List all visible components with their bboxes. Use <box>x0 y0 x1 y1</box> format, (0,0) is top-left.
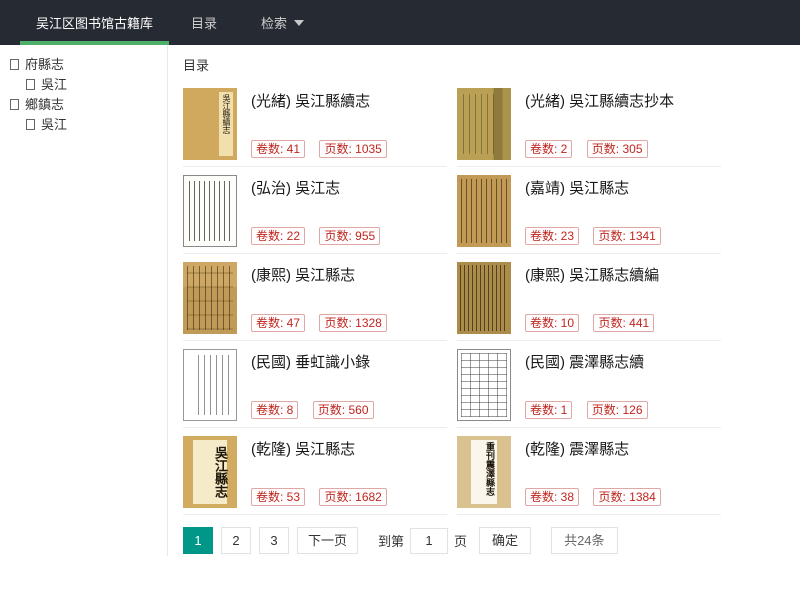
tree-node-wujiang-1[interactable]: 吳江 <box>10 75 167 95</box>
goto-page-prefix: 到第 <box>378 531 404 550</box>
sidebar: 府縣志 吳江 鄉鎮志 吳江 <box>0 45 168 556</box>
tree-node-icon <box>10 59 19 70</box>
book-title[interactable]: (光緒) 吳江縣續志抄本 <box>525 90 721 111</box>
confirm-button[interactable]: 确定 <box>479 527 531 554</box>
tree-node-wujiang-2[interactable]: 吳江 <box>10 115 167 135</box>
pages-badge: 页数: 126 <box>587 401 648 419</box>
book-title[interactable]: (民國) 垂虹識小錄 <box>251 351 447 372</box>
book-thumbnail[interactable]: 吳江縣續志 <box>183 88 237 160</box>
content-area: 目录 吳江縣續志 (光緒) 吳江縣續志 卷数: 41 页数: 1035 (光緒)… <box>183 45 723 554</box>
book-card[interactable]: 重刊震澤縣志 (乾隆) 震澤縣志 卷数: 38 页数: 1384 <box>457 428 721 515</box>
volumes-badge: 卷数: 41 <box>251 140 305 158</box>
volumes-badge: 卷数: 2 <box>525 140 572 158</box>
book-title[interactable]: (乾隆) 吳江縣志 <box>251 438 447 459</box>
volumes-badge: 卷数: 22 <box>251 227 305 245</box>
book-card[interactable]: (光緒) 吳江縣續志抄本 卷数: 2 页数: 305 <box>457 80 721 167</box>
thumbnail-label: 吳江縣續志 <box>219 92 233 156</box>
tree-node-label: 鄉鎮志 <box>25 97 64 112</box>
book-thumbnail[interactable] <box>457 88 511 160</box>
book-card[interactable]: (弘治) 吳江志 卷数: 22 页数: 955 <box>183 167 447 254</box>
pages-badge: 页数: 305 <box>587 140 648 158</box>
pages-badge: 页数: 560 <box>313 401 374 419</box>
book-thumbnail[interactable] <box>457 175 511 247</box>
book-thumbnail[interactable]: 吳江縣志 <box>183 436 237 508</box>
tree-node-label: 府縣志 <box>25 57 64 72</box>
book-grid: 吳江縣續志 (光緒) 吳江縣續志 卷数: 41 页数: 1035 (光緒) 吳江… <box>183 80 723 515</box>
volumes-badge: 卷数: 47 <box>251 314 305 332</box>
nav-item-brand[interactable]: 吴江区图书馆古籍库 <box>20 0 169 45</box>
tree-node-icon <box>10 99 19 110</box>
book-title[interactable]: (弘治) 吳江志 <box>251 177 447 198</box>
book-thumbnail[interactable] <box>457 262 511 334</box>
book-card[interactable]: (民國) 震澤縣志續 卷数: 1 页数: 126 <box>457 341 721 428</box>
tree-node-label: 吳江 <box>41 77 67 92</box>
goto-page-input[interactable] <box>410 528 448 554</box>
nav-item-search[interactable]: 检索 <box>239 0 326 45</box>
nav-search-label: 检索 <box>261 13 287 32</box>
pagination: 1 2 3 下一页 到第 页 确定 共24条 <box>183 527 723 554</box>
volumes-badge: 卷数: 53 <box>251 488 305 506</box>
top-nav: 吴江区图书馆古籍库 目录 检索 <box>0 0 800 45</box>
nav-item-catalog[interactable]: 目录 <box>169 0 239 45</box>
book-title[interactable]: (嘉靖) 吳江縣志 <box>525 177 721 198</box>
volumes-badge: 卷数: 38 <box>525 488 579 506</box>
book-title[interactable]: (康熙) 吳江縣志 <box>251 264 447 285</box>
page-button-1[interactable]: 1 <box>183 527 213 554</box>
thumbnail-label: 吳江縣志 <box>193 440 227 504</box>
volumes-badge: 卷数: 8 <box>251 401 298 419</box>
pages-badge: 页数: 1341 <box>593 227 660 245</box>
book-title[interactable]: (民國) 震澤縣志續 <box>525 351 721 372</box>
book-card[interactable]: 吳江縣志 (乾隆) 吳江縣志 卷数: 53 页数: 1682 <box>183 428 447 515</box>
goto-page-suffix: 页 <box>454 531 467 550</box>
book-card[interactable]: (民國) 垂虹識小錄 卷数: 8 页数: 560 <box>183 341 447 428</box>
book-title[interactable]: (光緒) 吳江縣續志 <box>251 90 447 111</box>
book-title[interactable]: (康熙) 吳江縣志續編 <box>525 264 721 285</box>
book-card[interactable]: 吳江縣續志 (光緒) 吳江縣續志 卷数: 41 页数: 1035 <box>183 80 447 167</box>
volumes-badge: 卷数: 1 <box>525 401 572 419</box>
nav-catalog-label: 目录 <box>191 13 217 32</box>
volumes-badge: 卷数: 23 <box>525 227 579 245</box>
pages-badge: 页数: 955 <box>319 227 380 245</box>
thumbnail-label: 重刊震澤縣志 <box>471 440 497 504</box>
tree-node-icon <box>26 79 35 90</box>
book-card[interactable]: (康熙) 吳江縣志續編 卷数: 10 页数: 441 <box>457 254 721 341</box>
pages-badge: 页数: 1328 <box>319 314 386 332</box>
book-title[interactable]: (乾隆) 震澤縣志 <box>525 438 721 459</box>
book-thumbnail[interactable] <box>457 349 511 421</box>
page-button-2[interactable]: 2 <box>221 527 251 554</box>
pages-badge: 页数: 1384 <box>593 488 660 506</box>
book-card[interactable]: (康熙) 吳江縣志 卷数: 47 页数: 1328 <box>183 254 447 341</box>
volumes-badge: 卷数: 10 <box>525 314 579 332</box>
book-thumbnail[interactable] <box>183 175 237 247</box>
next-page-button[interactable]: 下一页 <box>297 527 358 554</box>
chevron-down-icon <box>294 20 304 26</box>
page-button-3[interactable]: 3 <box>259 527 289 554</box>
book-thumbnail[interactable]: 重刊震澤縣志 <box>457 436 511 508</box>
book-thumbnail[interactable] <box>183 262 237 334</box>
brand-title: 吴江区图书馆古籍库 <box>36 13 153 32</box>
pages-badge: 页数: 1682 <box>319 488 386 506</box>
section-title: 目录 <box>183 51 723 80</box>
total-count: 共24条 <box>551 527 617 554</box>
tree-node-xiangzhenzhi[interactable]: 鄉鎮志 <box>10 95 167 115</box>
tree-node-icon <box>26 119 35 130</box>
book-thumbnail[interactable] <box>183 349 237 421</box>
pages-badge: 页数: 1035 <box>319 140 386 158</box>
book-card[interactable]: (嘉靖) 吳江縣志 卷数: 23 页数: 1341 <box>457 167 721 254</box>
tree-node-label: 吳江 <box>41 117 67 132</box>
tree-node-fuxianzhi[interactable]: 府縣志 <box>10 55 167 75</box>
pages-badge: 页数: 441 <box>593 314 654 332</box>
